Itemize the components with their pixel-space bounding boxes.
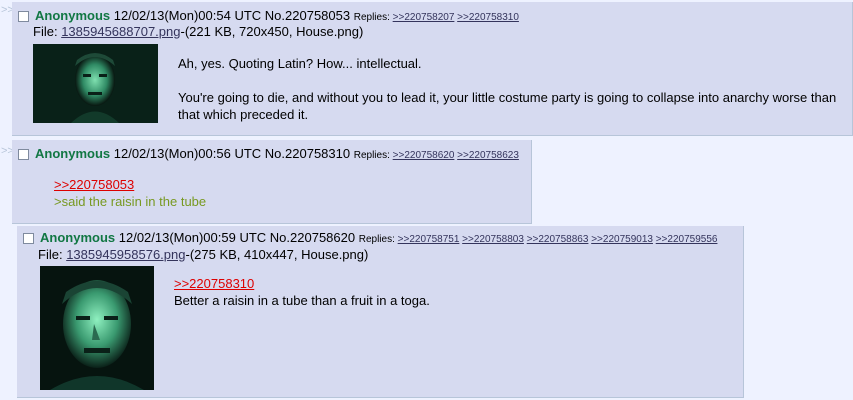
file-info: File: 1385945688707.png-(221 KB, 720x450… [33, 24, 363, 40]
poster-name: Anonymous [40, 230, 116, 245]
reply-link[interactable]: >>220759013 [591, 234, 653, 245]
file-details: -(275 KB, 410x447, House.png) [185, 247, 369, 262]
portrait-image [40, 266, 154, 390]
post-thumbnail[interactable] [40, 266, 154, 390]
post-select-checkbox[interactable] [23, 233, 34, 244]
post-header: Anonymous 12/02/13(Mon)00:59 UTC No.2207… [23, 230, 717, 248]
replies-label: Replies: [358, 234, 395, 245]
reply-link[interactable]: >>220758620 [393, 150, 455, 161]
file-info: File: 1385945958576.png-(275 KB, 410x447… [38, 247, 368, 263]
quote-link[interactable]: >>220758053 [54, 177, 134, 192]
message-line: Better a raisin in a tube than a fruit i… [174, 293, 430, 308]
post-220758053: Anonymous 12/02/13(Mon)00:54 UTC No.2207… [12, 2, 853, 136]
greentext-line: >said the raisin in the tube [54, 194, 207, 209]
post-number[interactable]: No.220758310 [265, 146, 350, 161]
file-link[interactable]: 1385945688707.png [61, 24, 180, 39]
post-message: >>220758310 Better a raisin in a tube th… [174, 275, 430, 309]
portrait-image [33, 44, 158, 123]
quote-link[interactable]: >>220758310 [174, 276, 254, 291]
post-date: 12/02/13(Mon)00:56 UTC [113, 146, 262, 161]
post-thumbnail[interactable] [33, 44, 158, 123]
post-number[interactable]: No.220758053 [265, 8, 350, 23]
file-label: File: [33, 24, 58, 39]
replies-list: Replies: >>220758620 >>220758623 [354, 150, 519, 161]
message-line: You're going to die, and without you to … [178, 90, 837, 105]
reply-link[interactable]: >>220758751 [398, 234, 460, 245]
replies-list: Replies: >>220758751 >>220758803 >>22075… [359, 234, 718, 245]
replies-label: Replies: [353, 150, 390, 161]
post-header: Anonymous 12/02/13(Mon)00:56 UTC No.2207… [18, 146, 519, 164]
post-220758620: Anonymous 12/02/13(Mon)00:59 UTC No.2207… [17, 226, 744, 398]
reply-link[interactable]: >>220758310 [457, 12, 519, 23]
post-message: Ah, yes. Quoting Latin? How... intellect… [178, 55, 836, 123]
post-select-checkbox[interactable] [18, 149, 29, 160]
replies-list: Replies: >>220758207 >>220758310 [354, 12, 519, 23]
poster-name: Anonymous [35, 146, 111, 161]
file-link[interactable]: 1385945958576.png [66, 247, 185, 262]
message-line: that which preceded it. [178, 107, 309, 122]
reply-link[interactable]: >>220758803 [462, 234, 524, 245]
reply-link[interactable]: >>220758863 [527, 234, 589, 245]
post-date: 12/02/13(Mon)00:59 UTC [118, 230, 267, 245]
post-number[interactable]: No.220758620 [270, 230, 355, 245]
post-date: 12/02/13(Mon)00:54 UTC [113, 8, 262, 23]
reply-link[interactable]: >>220758623 [457, 150, 519, 161]
replies-label: Replies: [353, 12, 390, 23]
reply-link[interactable]: >>220759556 [656, 234, 718, 245]
post-message: >>220758053 >said the raisin in the tube [54, 176, 206, 210]
reply-link[interactable]: >>220758207 [393, 12, 455, 23]
post-select-checkbox[interactable] [18, 11, 29, 22]
file-label: File: [38, 247, 63, 262]
message-line: Ah, yes. Quoting Latin? How... intellect… [178, 56, 422, 71]
poster-name: Anonymous [35, 8, 111, 23]
file-details: -(221 KB, 720x450, House.png) [180, 24, 364, 39]
post-220758310: Anonymous 12/02/13(Mon)00:56 UTC No.2207… [12, 140, 532, 224]
